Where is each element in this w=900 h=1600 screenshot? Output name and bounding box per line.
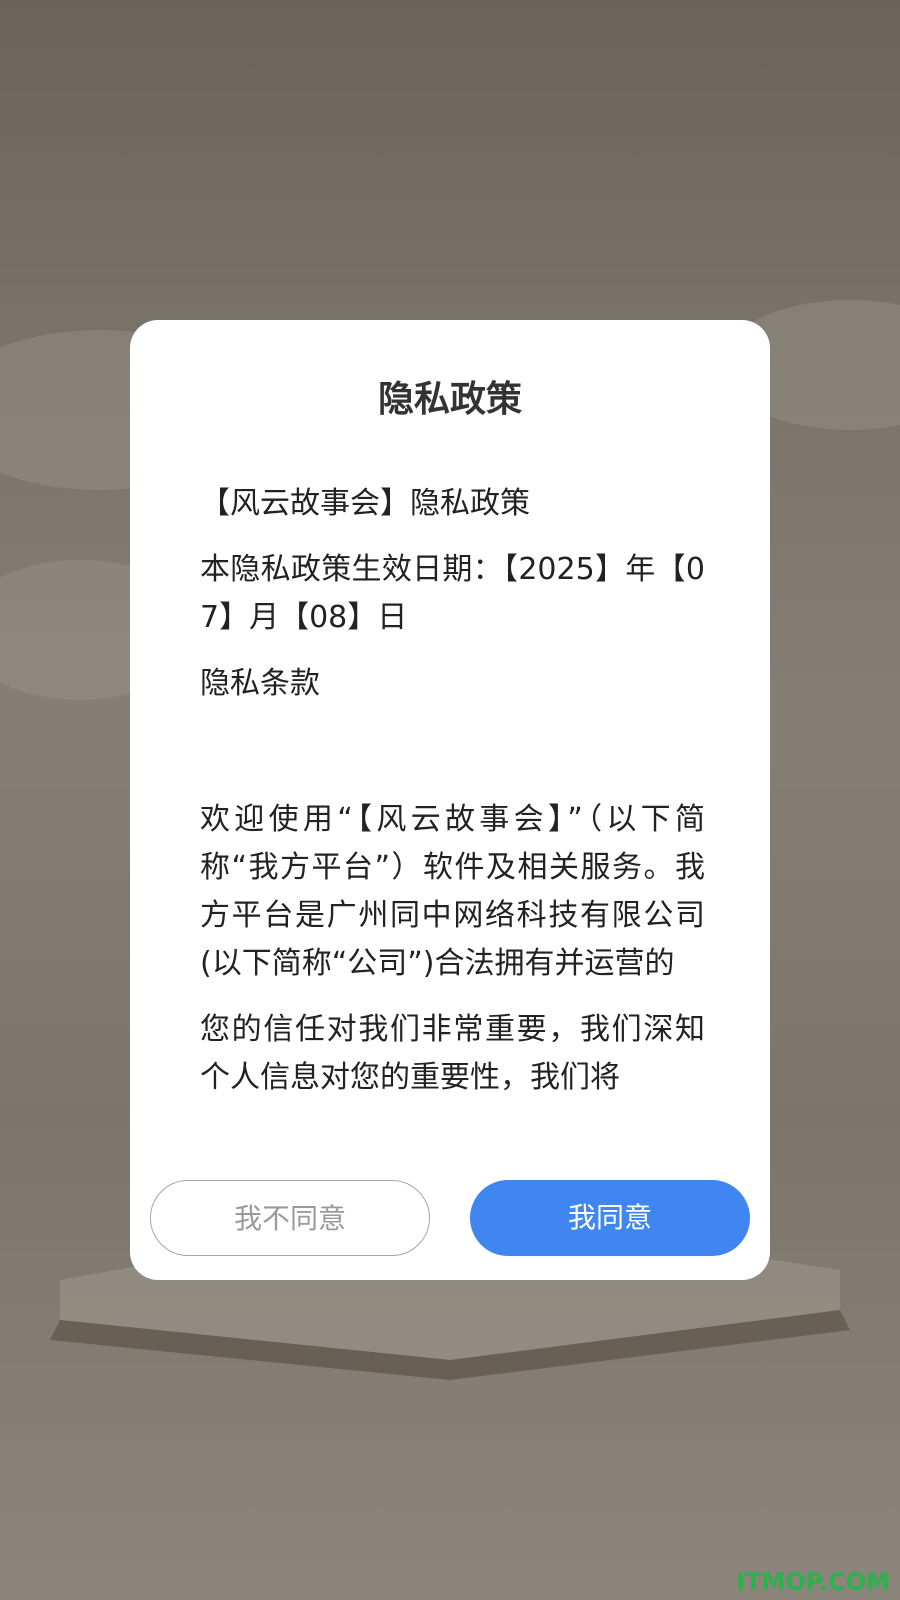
policy-effective-date: 本隐私政策生效日期：【2025】年【07】月【08】日 <box>200 552 705 635</box>
disagree-button[interactable]: 我不同意 <box>150 1180 430 1256</box>
dialog-title: 隐私政策 <box>377 379 522 420</box>
policy-content-scroll[interactable]: 【风云故事会】隐私政策 本隐私政策生效日期：【2025】年【07】月【08】日 … <box>200 480 705 1135</box>
policy-paragraph: 您的信任对我们非常重要，我们深知个人信息对您的重要性，我们将 <box>200 1012 705 1095</box>
watermark-logo: ITMOP.COM <box>736 1568 890 1596</box>
policy-heading: 【风云故事会】隐私政策 <box>200 486 530 521</box>
privacy-dialog: 隐私政策 【风云故事会】隐私政策 本隐私政策生效日期：【2025】年【07】月【… <box>130 320 770 1280</box>
app-screen: 隐私政策 【风云故事会】隐私政策 本隐私政策生效日期：【2025】年【07】月【… <box>0 0 900 1600</box>
agree-button[interactable]: 我同意 <box>470 1180 750 1256</box>
policy-paragraph: 欢迎使用“【风云故事会】”（以下简称“我方平台”）软件及相关服务。我方平台是广州… <box>200 802 705 981</box>
policy-terms-heading: 隐私条款 <box>200 666 320 701</box>
